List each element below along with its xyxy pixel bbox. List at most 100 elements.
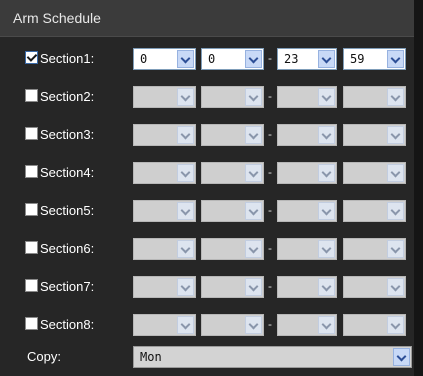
chevron-down-icon[interactable] bbox=[245, 240, 262, 258]
chevron-down-icon[interactable] bbox=[318, 202, 335, 220]
chevron-down-icon[interactable] bbox=[177, 240, 194, 258]
start-minute-select[interactable] bbox=[201, 238, 264, 260]
start-hour-select[interactable] bbox=[133, 200, 196, 222]
section-checkbox[interactable] bbox=[25, 89, 38, 102]
time-range-separator: - bbox=[268, 89, 272, 103]
end-hour-select[interactable] bbox=[277, 276, 337, 298]
chevron-down-icon[interactable] bbox=[245, 278, 262, 296]
arm-schedule-panel: Arm Schedule Section1: 0 0-23 59 Section2: - S… bbox=[0, 0, 423, 376]
section-label: Section8: bbox=[40, 317, 95, 332]
chevron-down-icon[interactable] bbox=[177, 202, 194, 220]
end-hour-select[interactable] bbox=[277, 314, 337, 336]
time-range-separator: - bbox=[268, 127, 272, 141]
section-label: Section2: bbox=[40, 89, 95, 104]
section-checkbox[interactable] bbox=[25, 317, 38, 330]
chevron-down-icon[interactable] bbox=[177, 278, 194, 296]
start-hour-select[interactable] bbox=[133, 124, 196, 146]
chevron-down-icon[interactable] bbox=[393, 348, 410, 366]
chevron-down-icon[interactable] bbox=[318, 278, 335, 296]
start-hour-select[interactable] bbox=[133, 314, 196, 336]
chevron-down-icon[interactable] bbox=[387, 164, 404, 182]
end-hour-value: 23 bbox=[284, 52, 299, 66]
chevron-down-icon[interactable] bbox=[177, 50, 194, 68]
section-checkbox[interactable] bbox=[25, 241, 38, 254]
copy-row: Copy: Mon bbox=[0, 340, 414, 376]
start-minute-value: 0 bbox=[208, 52, 216, 66]
end-minute-select[interactable] bbox=[343, 238, 406, 260]
chevron-down-icon[interactable] bbox=[318, 240, 335, 258]
end-hour-select[interactable] bbox=[277, 86, 337, 108]
start-hour-select[interactable] bbox=[133, 86, 196, 108]
end-hour-select[interactable] bbox=[277, 124, 337, 146]
start-hour-select[interactable]: 0 bbox=[133, 48, 196, 70]
section-checkbox[interactable] bbox=[25, 279, 38, 292]
chevron-down-icon[interactable] bbox=[318, 316, 335, 334]
section-row: Section6: - bbox=[0, 232, 414, 268]
chevron-down-icon[interactable] bbox=[387, 126, 404, 144]
chevron-down-icon[interactable] bbox=[318, 164, 335, 182]
end-hour-select[interactable] bbox=[277, 238, 337, 260]
time-range-separator: - bbox=[268, 203, 272, 217]
chevron-down-icon[interactable] bbox=[387, 240, 404, 258]
title-bar: Arm Schedule bbox=[0, 0, 423, 37]
chevron-down-icon[interactable] bbox=[177, 164, 194, 182]
start-hour-select[interactable] bbox=[133, 238, 196, 260]
section-label: Section5: bbox=[40, 203, 95, 218]
chevron-down-icon[interactable] bbox=[318, 88, 335, 106]
end-minute-select[interactable]: 59 bbox=[343, 48, 406, 70]
chevron-down-icon[interactable] bbox=[245, 88, 262, 106]
chevron-down-icon[interactable] bbox=[177, 126, 194, 144]
chevron-down-icon[interactable] bbox=[318, 126, 335, 144]
start-hour-select[interactable] bbox=[133, 276, 196, 298]
start-minute-select[interactable] bbox=[201, 276, 264, 298]
end-minute-select[interactable] bbox=[343, 314, 406, 336]
chevron-down-icon[interactable] bbox=[387, 202, 404, 220]
end-minute-value: 59 bbox=[350, 52, 365, 66]
chevron-down-icon[interactable] bbox=[245, 202, 262, 220]
chevron-down-icon[interactable] bbox=[245, 164, 262, 182]
chevron-down-icon[interactable] bbox=[245, 316, 262, 334]
start-minute-select[interactable] bbox=[201, 86, 264, 108]
section-row: Section2: - bbox=[0, 80, 414, 116]
scrollbar-track bbox=[414, 0, 423, 376]
end-minute-select[interactable] bbox=[343, 124, 406, 146]
end-hour-select[interactable] bbox=[277, 162, 337, 184]
chevron-down-icon[interactable] bbox=[245, 126, 262, 144]
start-minute-select[interactable] bbox=[201, 314, 264, 336]
end-minute-select[interactable] bbox=[343, 200, 406, 222]
end-hour-select[interactable] bbox=[277, 200, 337, 222]
section-label: Section4: bbox=[40, 165, 95, 180]
start-minute-select[interactable]: 0 bbox=[201, 48, 264, 70]
section-checkbox[interactable] bbox=[25, 165, 38, 178]
section-checkbox[interactable] bbox=[25, 127, 38, 140]
chevron-down-icon[interactable] bbox=[177, 316, 194, 334]
chevron-down-icon[interactable] bbox=[387, 278, 404, 296]
chevron-down-icon[interactable] bbox=[245, 50, 262, 68]
section-checkbox[interactable] bbox=[25, 203, 38, 216]
section-label: Section1: bbox=[40, 51, 95, 66]
time-range-separator: - bbox=[268, 317, 272, 331]
start-hour-value: 0 bbox=[140, 52, 148, 66]
end-hour-select[interactable]: 23 bbox=[277, 48, 337, 70]
end-minute-select[interactable] bbox=[343, 162, 406, 184]
chevron-down-icon[interactable] bbox=[387, 50, 404, 68]
chevron-down-icon[interactable] bbox=[387, 316, 404, 334]
section-checkbox[interactable] bbox=[25, 51, 38, 64]
start-minute-select[interactable] bbox=[201, 162, 264, 184]
start-hour-select[interactable] bbox=[133, 162, 196, 184]
section-row: Section8: - bbox=[0, 308, 414, 344]
start-minute-select[interactable] bbox=[201, 124, 264, 146]
time-range-separator: - bbox=[268, 279, 272, 293]
end-minute-select[interactable] bbox=[343, 86, 406, 108]
end-minute-select[interactable] bbox=[343, 276, 406, 298]
start-minute-select[interactable] bbox=[201, 200, 264, 222]
section-label: Section6: bbox=[40, 241, 95, 256]
chevron-down-icon[interactable] bbox=[177, 88, 194, 106]
copy-day-select[interactable]: Mon bbox=[133, 346, 412, 368]
section-label: Section7: bbox=[40, 279, 95, 294]
section-row: Section5: - bbox=[0, 194, 414, 230]
section-row: Section4: - bbox=[0, 156, 414, 192]
copy-label: Copy: bbox=[27, 349, 61, 364]
chevron-down-icon[interactable] bbox=[318, 50, 335, 68]
chevron-down-icon[interactable] bbox=[387, 88, 404, 106]
